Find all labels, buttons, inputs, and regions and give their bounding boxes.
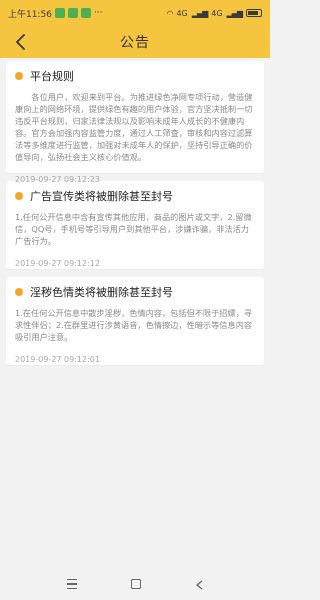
page-title: 公告: [120, 35, 150, 51]
network-type-2: 4G: [211, 8, 223, 18]
status-left: 上午11:56 ···: [8, 7, 103, 20]
bullet-dot-icon: [15, 288, 23, 296]
notice-card[interactable]: 淫秽色情类将被删除甚至封号 1.在任何公开信息中散步淫秽，色情内容，包括但不限于…: [6, 277, 264, 365]
home-icon[interactable]: [131, 579, 142, 589]
signal-2-icon: ▂▄▆: [226, 8, 244, 18]
notice-header: 平台规则: [15, 68, 255, 84]
bullet-dot-icon: [15, 72, 23, 80]
status-bar: 上午11:56 ··· ◠ 4G ▂▄▆ 4G ▂▄▆: [0, 0, 270, 26]
bullet-dot-icon: [15, 192, 23, 200]
app-icon: [80, 8, 91, 18]
recent-apps-icon[interactable]: [67, 579, 78, 589]
notice-body: 1.任何公开信息中含有宣传其他应用，商品的图片或文字，2.留微信，QQ号，手机号…: [15, 212, 252, 246]
notice-title: 淫秽色情类将被删除甚至封号: [30, 286, 173, 299]
system-nav-bar: [0, 568, 270, 600]
chevron-left-icon: [16, 34, 25, 50]
wifi-icon: ◠: [166, 8, 173, 18]
wechat-icon: [54, 8, 65, 18]
notification-icon: [67, 8, 78, 18]
notice-title: 平台规则: [30, 70, 74, 83]
more-notifications-icon: ···: [93, 8, 103, 18]
notice-time: 2019-09-27 09:12:01: [15, 355, 100, 364]
back-button[interactable]: [8, 29, 34, 55]
notice-body: 各位用户，欢迎来到平台。为推进绿色净网专项行动，营造健康向上的网络环境，提供绿色…: [15, 92, 253, 162]
status-right: ◠ 4G ▂▄▆ 4G ▂▄▆: [166, 9, 262, 18]
notice-card[interactable]: 平台规则 各位用户，欢迎来到平台。为推进绿色净网专项行动，营造健康向上的网络环境…: [6, 61, 264, 184]
notice-header: 广告宣传类将被删除甚至封号: [15, 188, 255, 204]
notice-title: 广告宣传类将被删除甚至封号: [30, 190, 173, 203]
notice-card[interactable]: 广告宣传类将被删除甚至封号 1.任何公开信息中含有宣传其他应用，商品的图片或文字…: [6, 181, 264, 269]
nav-bar: 公告: [0, 26, 270, 58]
network-type: 4G: [176, 8, 188, 18]
signal-icon: ▂▄▆: [191, 8, 209, 18]
notice-list: 平台规则 各位用户，欢迎来到平台。为推进绿色净网专项行动，营造健康向上的网络环境…: [6, 61, 264, 373]
battery-icon: [246, 9, 262, 17]
status-time: 上午11:56: [8, 9, 52, 20]
notice-header: 淫秽色情类将被删除甚至封号: [15, 284, 255, 300]
notice-time: 2019-09-27 09:12:12: [15, 259, 100, 268]
system-back-icon[interactable]: [196, 575, 203, 594]
notice-body: 1.在任何公开信息中散步淫秽，色情内容，包括但不限于招嫖，寻求性伴侣；2.在群里…: [15, 308, 253, 342]
